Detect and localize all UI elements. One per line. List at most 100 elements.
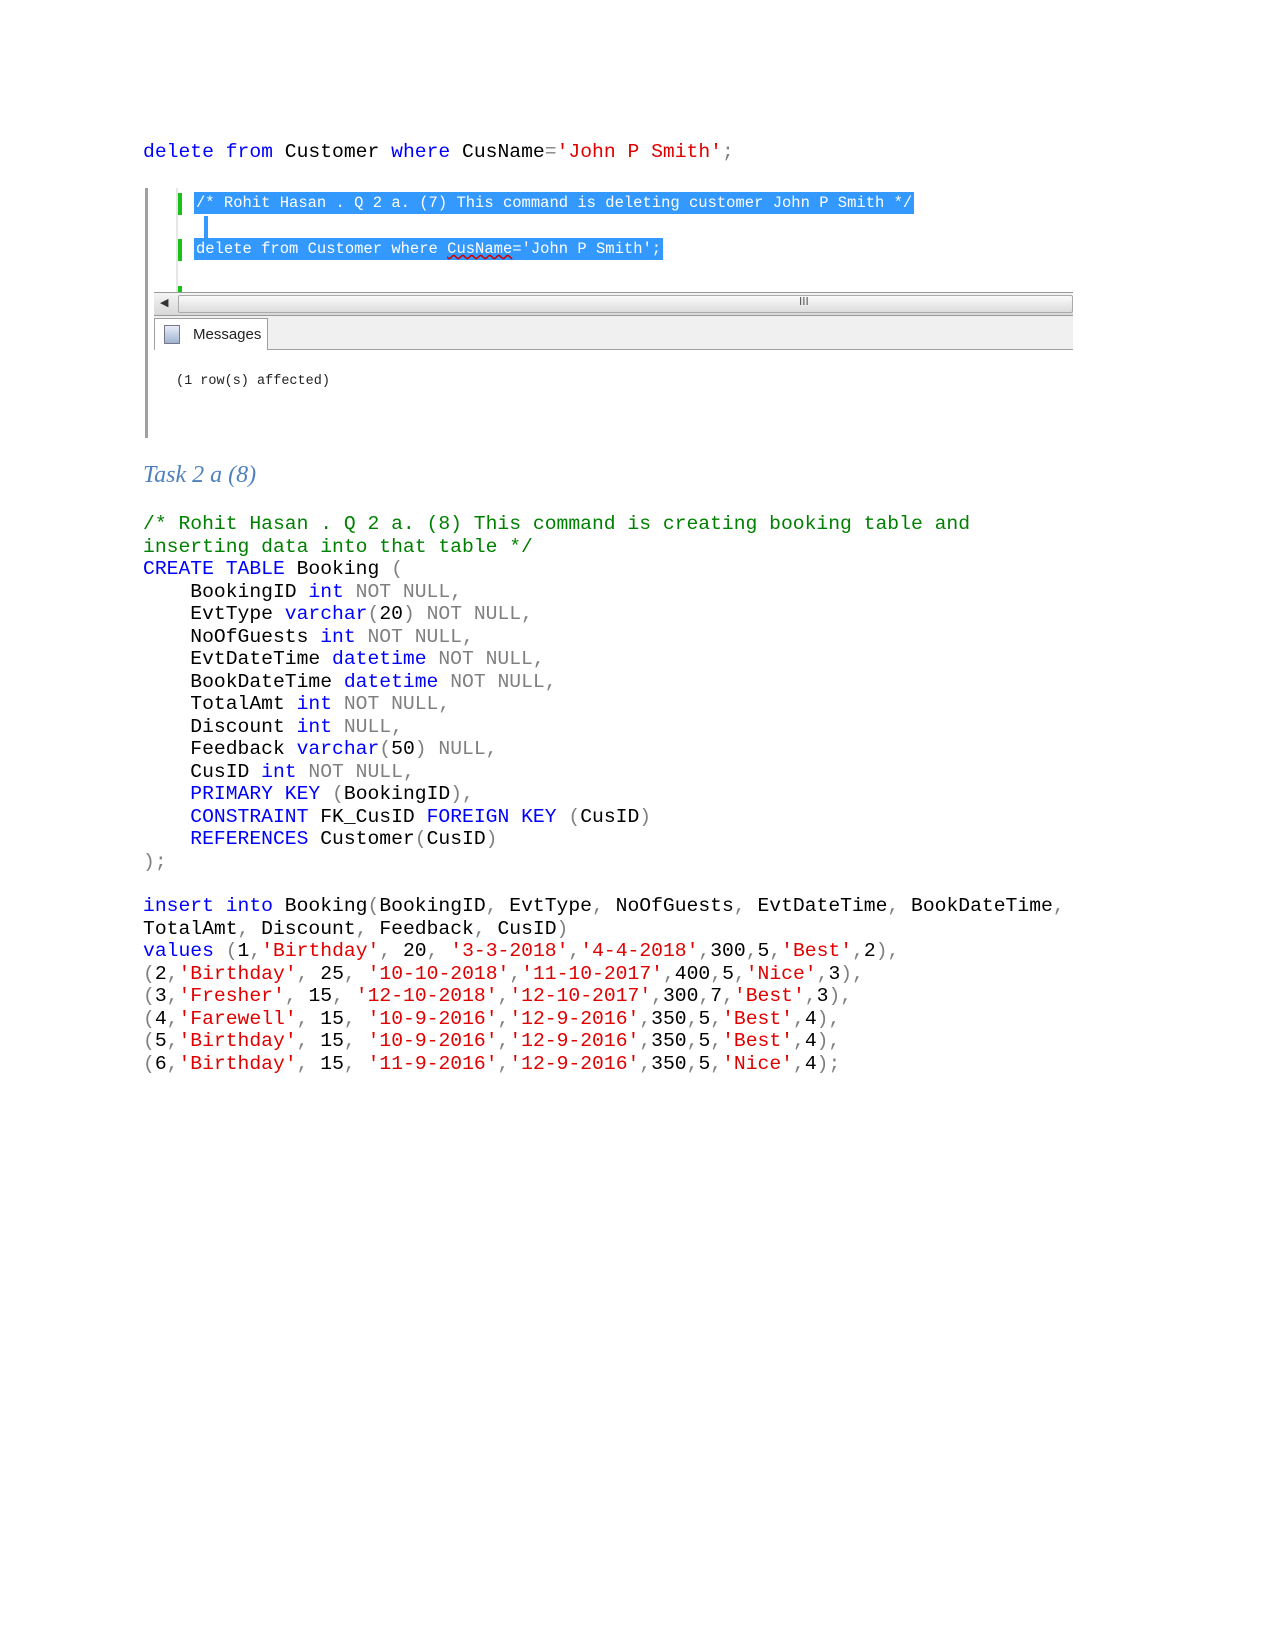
keyword: datetime (332, 648, 427, 670)
keyword: CONSTRAINT (190, 805, 309, 828)
punctuation: ), (450, 783, 474, 805)
identifier: 4 (804, 1030, 817, 1052)
identifier: 4 (154, 1007, 167, 1030)
code-line: NoOfGuests int NOT NULL, (143, 626, 970, 649)
punctuation: , (887, 895, 912, 917)
punctuation: , (355, 917, 380, 940)
punctuation: ), (828, 985, 853, 1007)
results-tab-bar: Messages (154, 316, 1073, 350)
punctuation: , (249, 940, 262, 962)
punctuation: , (686, 1030, 699, 1052)
identifier: 50 (391, 738, 415, 760)
messages-icon (164, 325, 180, 344)
punctuation: ( (143, 985, 155, 1007)
punctuation: ; (721, 141, 734, 163)
punctuation: , (497, 1030, 510, 1052)
punctuation: , (733, 895, 758, 917)
identifier: 5 (154, 1030, 167, 1052)
string-literal: '10-9-2016' (367, 1030, 498, 1052)
code-line: Feedback varchar(50) NULL, (143, 738, 970, 761)
identifier: 7 (710, 985, 723, 1007)
punctuation: ( (143, 1030, 155, 1052)
punctuation: ), (875, 940, 900, 962)
punctuation: , (662, 962, 675, 985)
keyword: PRIMARY KEY (190, 783, 321, 805)
keyword: CREATE TABLE (143, 558, 285, 580)
punctuation: , (710, 1052, 723, 1075)
punctuation: , (639, 1007, 652, 1030)
identifier: EvtDateTime (757, 895, 888, 917)
identifier: FK_CusID (308, 805, 427, 828)
string-literal: 'Birthday' (178, 1052, 297, 1075)
code-line: /* Rohit Hasan . Q 2 a. (8) This command… (143, 513, 970, 536)
identifier: 20 (402, 940, 427, 962)
code-line: CONSTRAINT FK_CusID FOREIGN KEY (CusID) (143, 806, 970, 829)
code-line: insert into Booking(BookingID, EvtType, … (143, 895, 1065, 918)
identifier: EvtType (509, 895, 592, 917)
identifier: 350 (651, 1007, 687, 1030)
delete-prefix: delete from Customer where (196, 240, 448, 258)
identifier: Feedback (379, 917, 474, 940)
identifier: CusID (426, 828, 486, 850)
punctuation: ) (485, 828, 498, 850)
punctuation: , (426, 940, 451, 962)
punctuation: NOT NULL, (355, 625, 474, 648)
punctuation: , (804, 985, 817, 1007)
punctuation: NULL, (332, 715, 403, 738)
punctuation: , (343, 1007, 368, 1030)
punctuation: ) (639, 805, 652, 828)
string-literal: '12-9-2016' (509, 1030, 640, 1052)
punctuation: ), (816, 1007, 841, 1030)
identifier: 2 (154, 962, 167, 985)
string-literal: 'Best' (733, 985, 805, 1007)
keyword: FOREIGN KEY (426, 805, 557, 828)
selected-blank-line (204, 216, 208, 238)
keyword: datetime (343, 670, 439, 693)
identifier: 300 (662, 985, 699, 1007)
punctuation: ) NOT NULL, (402, 603, 533, 625)
scrollbar-thumb[interactable]: III (178, 295, 1073, 313)
punctuation: NOT NULL, (296, 760, 415, 783)
code-line: values (1,'Birthday', 20, '3-3-2018','4-… (143, 940, 1065, 963)
selected-delete-line: delete from Customer where CusName='John… (194, 238, 664, 260)
identifier: 5 (698, 1007, 711, 1030)
identifier: 6 (154, 1052, 167, 1075)
punctuation: , (745, 940, 758, 962)
string-literal: '3-3-2018' (450, 940, 569, 962)
code-line: delete from Customer where CusName='John… (143, 141, 734, 164)
identifier: 3 (828, 962, 841, 985)
punctuation: , (651, 985, 663, 1007)
scrollbar-grip: III (799, 295, 809, 308)
string-literal: 'Best' (722, 1007, 793, 1030)
punctuation: NOT NULL, (343, 580, 463, 603)
punctuation: , (568, 940, 581, 962)
punctuation: ( (367, 895, 380, 917)
punctuation: , (792, 1007, 805, 1030)
punctuation: , (166, 985, 179, 1007)
change-marker (178, 193, 182, 215)
identifier: 20 (379, 603, 403, 625)
punctuation: , (769, 940, 782, 962)
punctuation: , (639, 1052, 652, 1075)
identifier: 300 (710, 940, 746, 962)
identifier: CusID (143, 760, 262, 783)
code-line: TotalAmt, Discount, Feedback, CusID) (143, 918, 1065, 941)
punctuation: , (733, 962, 746, 985)
create-table-code: /* Rohit Hasan . Q 2 a. (8) This command… (143, 513, 970, 873)
punctuation: ( (379, 738, 392, 760)
punctuation: , (284, 985, 309, 1007)
identifier (143, 783, 190, 805)
string-literal: '12-9-2016' (509, 1007, 640, 1030)
code-line: (3,'Fresher', 15, '12-10-2018','12-10-20… (143, 985, 1065, 1008)
string-literal: '11-9-2016' (367, 1052, 498, 1075)
punctuation: , (1052, 895, 1065, 917)
identifier: 2 (863, 940, 876, 962)
identifier: CusID (497, 917, 557, 940)
identifier: BookDateTime (143, 670, 344, 693)
tab-messages[interactable]: Messages (154, 318, 268, 350)
scroll-left-icon[interactable]: ◀ (160, 296, 168, 309)
delete-suffix: ='John P Smith'; (512, 240, 662, 258)
punctuation: , (792, 1052, 805, 1075)
identifier: 25 (320, 962, 344, 985)
horizontal-scrollbar[interactable]: ◀ III (154, 292, 1073, 316)
